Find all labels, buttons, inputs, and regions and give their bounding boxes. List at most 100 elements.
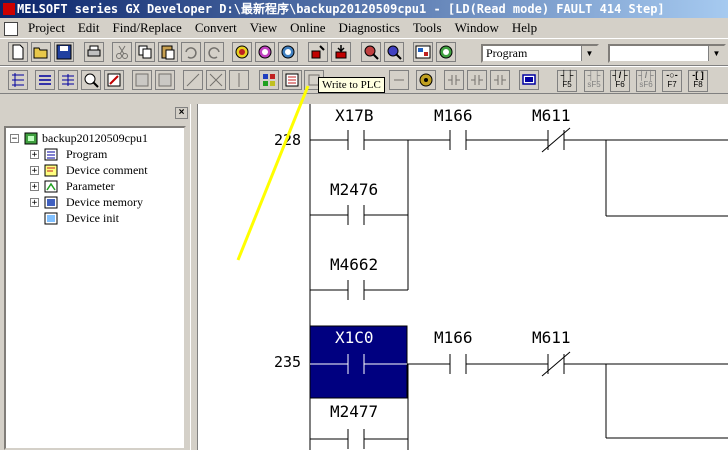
f7-coil-key[interactable]: -○- F7 [662, 70, 682, 92]
fkey-sf5-label: sF5 [587, 80, 601, 89]
new-file-icon [12, 44, 24, 60]
printer-icon [87, 45, 101, 57]
new-project-button[interactable] [8, 42, 28, 62]
print-button[interactable] [84, 42, 104, 62]
pane-header: × [0, 104, 190, 122]
pane-splitter[interactable] [190, 104, 198, 450]
device-list-button[interactable] [104, 70, 124, 90]
menu-online[interactable]: Online [285, 18, 330, 38]
contact-edit-button[interactable] [444, 70, 464, 90]
alias-toggle-button[interactable] [389, 70, 409, 90]
menu-project[interactable]: Project [23, 18, 70, 38]
undo-button[interactable] [181, 42, 201, 62]
save-disk-icon [56, 44, 72, 60]
device-label-m2476: M2476 [330, 180, 378, 199]
comment-toggle-icon [263, 74, 275, 86]
f6-closed-contact-key[interactable]: ┤/├ F6 [610, 70, 630, 92]
transfer-setup-button[interactable] [436, 42, 456, 62]
clipboard-icon [161, 45, 175, 60]
write-to-plc-button[interactable] [331, 42, 351, 62]
copy-icon [138, 45, 152, 59]
device-label-m611: M611 [532, 328, 571, 347]
comment-toggle-button[interactable] [259, 70, 279, 90]
ladder-monitor-icon [522, 74, 536, 85]
ladder-view-button[interactable] [8, 70, 28, 90]
insert-row-icon [186, 73, 200, 87]
monitor-write-mode-button[interactable] [384, 42, 404, 62]
expand-icon[interactable]: + [30, 166, 39, 176]
close-icon[interactable]: × [175, 107, 188, 119]
menu-view[interactable]: View [245, 18, 282, 38]
device-list-icon [107, 73, 121, 87]
f5-open-contact-key[interactable]: ┤├ F5 [557, 70, 577, 92]
open-project-button[interactable] [31, 42, 51, 62]
ladder-editor[interactable]: 228 235 X17B M166 M611 M2476 M4662 X1C0 … [198, 104, 728, 450]
cross-reference-button[interactable] [416, 70, 436, 90]
f8-instruction-key[interactable]: -[ ] F8 [688, 70, 708, 92]
statement-toggle-icon [285, 73, 299, 87]
list-view-icon [39, 75, 51, 85]
write-mode-icon [158, 73, 172, 87]
chevron-down-icon[interactable]: ▼ [581, 46, 597, 61]
sf5-open-branch-key[interactable]: ┤├ sF5 [584, 70, 604, 92]
insert-column-button[interactable] [229, 70, 249, 90]
delete-row-button[interactable] [206, 70, 226, 90]
open-folder-icon [33, 47, 48, 59]
read-from-plc-button[interactable] [308, 42, 328, 62]
melsoft-app-icon[interactable] [3, 3, 15, 15]
menu-diagnostics[interactable]: Diagnostics [334, 18, 405, 38]
scissors-icon [116, 45, 128, 59]
copy-button[interactable] [135, 42, 155, 62]
menu-help[interactable]: Help [507, 18, 542, 38]
ladder-monitor-button[interactable] [519, 70, 539, 90]
menu-find-replace[interactable]: Find/Replace [108, 18, 187, 38]
fkey-sf6-symbol: ┤/├ [638, 70, 654, 80]
program-list-combo[interactable]: ▼ [608, 44, 726, 63]
list-view-button[interactable] [35, 70, 55, 90]
zoom-button[interactable] [81, 70, 101, 90]
device-init-icon [44, 212, 58, 225]
fkey-f6-label: F6 [615, 80, 625, 89]
instruction-search-button[interactable] [255, 42, 275, 62]
program-combo[interactable]: Program ▼ [481, 44, 599, 63]
cut-button[interactable] [112, 42, 132, 62]
collapse-icon[interactable]: − [10, 134, 19, 144]
insert-row-button[interactable] [183, 70, 203, 90]
write-mode-button[interactable] [155, 70, 175, 90]
expand-icon[interactable]: + [30, 198, 39, 208]
expand-icon[interactable]: + [30, 150, 39, 160]
fkey-f7-label: F7 [667, 80, 677, 89]
document-icon[interactable] [4, 22, 18, 36]
device-label-m611: M611 [532, 106, 571, 125]
contact-edit-3-button[interactable] [490, 70, 510, 90]
contact-edit-icon [448, 75, 460, 85]
monitor-mode-button[interactable] [361, 42, 381, 62]
tree-item-label: Device comment [66, 163, 148, 177]
parameter-check-icon [415, 45, 431, 59]
menu-convert[interactable]: Convert [190, 18, 242, 38]
save-project-button[interactable] [54, 42, 74, 62]
parameter-check-button[interactable] [413, 42, 433, 62]
chevron-down-icon[interactable]: ▼ [708, 46, 724, 61]
expand-icon[interactable]: + [30, 182, 39, 192]
step-search-button[interactable] [278, 42, 298, 62]
device-search-button[interactable] [232, 42, 252, 62]
device-label-m2477: M2477 [330, 402, 378, 421]
monitor-write-icon [387, 45, 402, 60]
write-plc-icon [335, 45, 347, 59]
contact-edit-icon [471, 75, 483, 85]
menu-tools[interactable]: Tools [408, 18, 447, 38]
insert-column-icon [238, 73, 240, 87]
redo-button[interactable] [204, 42, 224, 62]
menu-window[interactable]: Window [450, 18, 504, 38]
sf6-closed-branch-key[interactable]: ┤/├ sF6 [636, 70, 656, 92]
fkey-sf6-label: sF6 [639, 80, 653, 89]
paste-button[interactable] [158, 42, 178, 62]
statement-toggle-button[interactable] [282, 70, 302, 90]
contact-edit-2-button[interactable] [467, 70, 487, 90]
read-mode-button[interactable] [132, 70, 152, 90]
fkey-f5-label: F5 [562, 80, 572, 89]
undo-arrow-icon [185, 47, 197, 59]
comment-view-button[interactable] [58, 70, 78, 90]
menu-edit[interactable]: Edit [73, 18, 105, 38]
